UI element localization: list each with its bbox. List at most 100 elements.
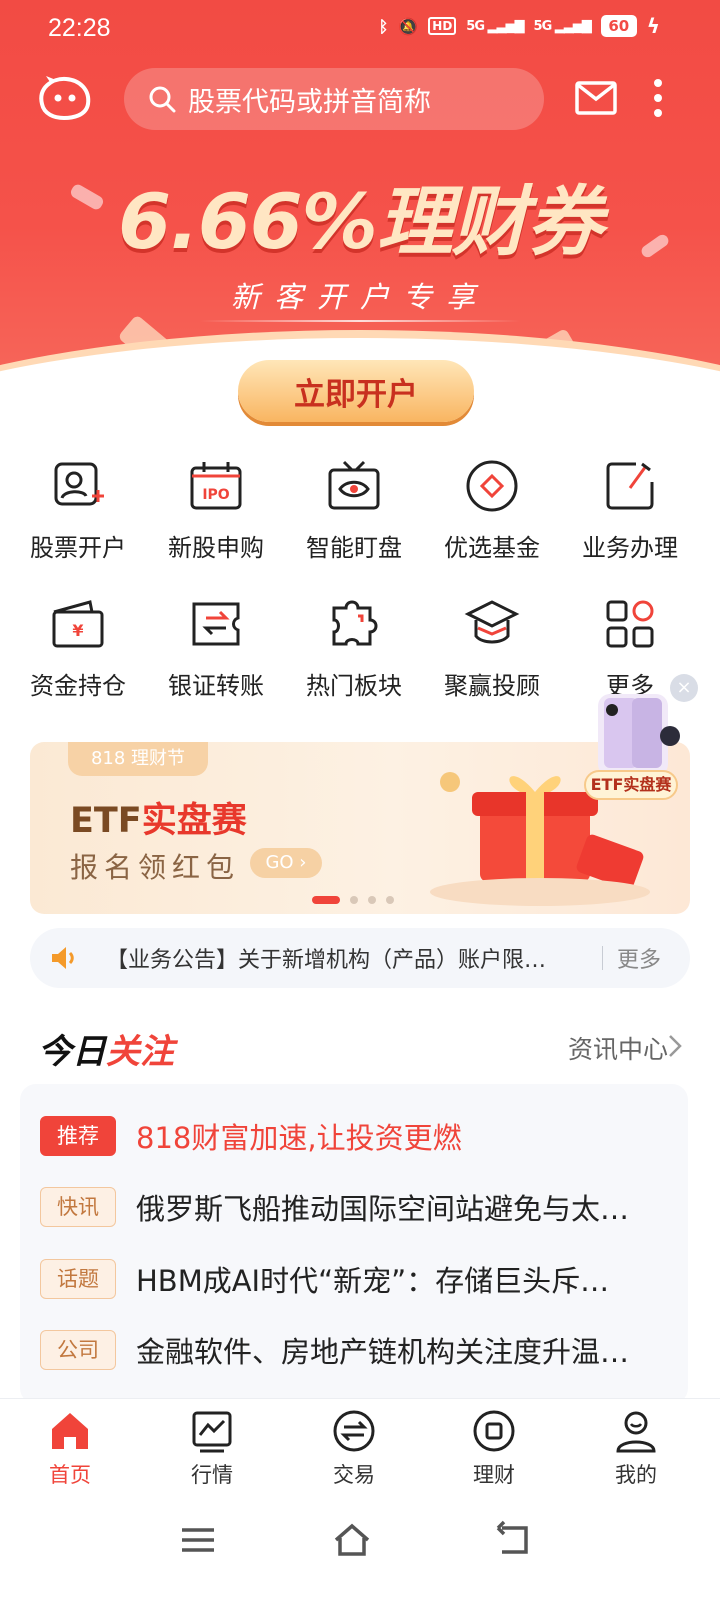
chevron-right-icon[interactable] (668, 1034, 682, 1058)
user-add-icon (54, 462, 104, 506)
signal-5g-2: 5G ▂▃▅▇ (533, 18, 592, 34)
today-title-prefix: 今日 (38, 1032, 106, 1072)
grid-item-smart-watch[interactable]: 智能盯盘 (282, 452, 426, 572)
chart-icon (192, 1411, 232, 1453)
grid-item-label: 智能盯盘 (306, 534, 402, 562)
tab-home[interactable]: 首页 (20, 1409, 120, 1489)
open-account-button[interactable]: 立即开户 (238, 360, 474, 422)
news-title[interactable]: 金融软件、房地产链机构关注度升温… (136, 1329, 656, 1371)
tab-label: 交易 (333, 1463, 375, 1487)
grid-item-label: 股票开户 (30, 534, 126, 562)
news-tag: 快讯 (40, 1187, 116, 1227)
exchange-icon (333, 1410, 375, 1452)
profile-icon (616, 1411, 656, 1453)
app-logo-icon[interactable] (36, 74, 92, 120)
wallet-icon: ¥ (52, 600, 104, 648)
grid-item-hot-sectors[interactable]: 热门板块 (282, 590, 426, 710)
news-title[interactable]: 俄罗斯飞船推动国际空间站避免与太… (136, 1186, 656, 1228)
banner-go-button[interactable]: GO › (250, 848, 322, 878)
grid-item-advisor[interactable]: 聚赢投顾 (420, 590, 564, 710)
tab-label: 我的 (615, 1463, 657, 1487)
grid-item-bank-transfer[interactable]: 银证转账 (144, 590, 288, 710)
notice-text[interactable]: 【业务公告】关于新增机构（产品）账户限… (106, 942, 592, 974)
notice-bar[interactable]: 【业务公告】关于新增机构（产品）账户限… 更多 (30, 928, 690, 988)
grid-item-label: 新股申购 (168, 534, 264, 562)
news-item[interactable]: 快讯 俄罗斯飞船推动国际空间站避免与太… (40, 1187, 680, 1227)
news-title[interactable]: HBM成AI时代“新宠”：存储巨头斥… (136, 1258, 656, 1300)
menu-icon[interactable] (178, 1520, 218, 1560)
mute-bell-icon: 🔕 (398, 16, 419, 36)
puzzle-icon (332, 600, 378, 646)
ipo-calendar-icon: IPO (190, 462, 242, 510)
carousel-dot[interactable] (312, 896, 340, 904)
hero-title: 6.66%理财券 (118, 177, 603, 266)
notice-more-link[interactable]: 更多 (617, 942, 661, 974)
more-vertical-icon[interactable] (648, 78, 668, 118)
status-time: 22:28 (48, 14, 111, 42)
bottom-tab-bar: 首页 行情 交易 理财 我的 (0, 1398, 720, 1492)
grid-item-holdings[interactable]: ¥ 资金持仓 (6, 590, 150, 710)
charging-icon: ϟ (646, 14, 660, 38)
tv-eye-icon (328, 460, 380, 510)
system-nav-bar (0, 1494, 720, 1600)
tab-label: 理财 (473, 1463, 515, 1487)
back-icon[interactable] (494, 1520, 534, 1560)
carousel-dot[interactable] (368, 896, 376, 904)
home-nav-icon[interactable] (332, 1520, 372, 1560)
banner-title-prefix: ETF (70, 801, 142, 841)
graduation-cap-icon (464, 600, 520, 644)
news-tag: 话题 (40, 1259, 116, 1299)
banner-tag: 818 理财节 (68, 742, 208, 776)
news-item[interactable]: 公司 金融软件、房地产链机构关注度升温… (40, 1330, 680, 1370)
tab-label: 首页 (49, 1463, 91, 1487)
close-icon[interactable]: × (670, 674, 698, 702)
search-icon (149, 86, 176, 113)
grid-item-label: 热门板块 (306, 672, 402, 700)
hero-banner[interactable]: 22:28 ᛒ 🔕 HD 5G ▂▃▅▇ 5G ▂▃▅▇ 60 ϟ 股票代码或拼… (0, 0, 720, 410)
battery-indicator: 60 (600, 15, 637, 37)
hero-divider (200, 320, 520, 322)
banner-title-highlight: 实盘赛 (141, 801, 247, 841)
tab-label: 行情 (191, 1463, 233, 1487)
grid-item-stock-account[interactable]: 股票开户 (6, 452, 150, 572)
news-item[interactable]: 推荐 818财富加速,让投资更燃 (40, 1116, 680, 1156)
home-icon (52, 1413, 88, 1449)
etf-float-label[interactable]: ETF实盘赛 (584, 770, 678, 800)
divider (602, 946, 603, 970)
grid-item-label: 资金持仓 (30, 672, 126, 700)
status-bar: 22:28 ᛒ 🔕 HD 5G ▂▃▅▇ 5G ▂▃▅▇ 60 ϟ (0, 0, 720, 56)
tab-finance[interactable]: 理财 (444, 1409, 544, 1489)
news-list: 推荐 818财富加速,让投资更燃 快讯 俄罗斯飞船推动国际空间站避免与太… 话题… (20, 1084, 688, 1404)
bluetooth-icon: ᛒ (378, 16, 389, 36)
news-title[interactable]: 818财富加速,让投资更燃 (136, 1115, 656, 1157)
tab-profile[interactable]: 我的 (586, 1409, 686, 1489)
search-input[interactable]: 股票代码或拼音简称 (124, 68, 544, 130)
grid-item-label: 聚赢投顾 (444, 672, 540, 700)
svg-text:¥: ¥ (72, 621, 83, 640)
finance-icon (473, 1410, 515, 1452)
grid-item-label: 银证转账 (168, 672, 264, 700)
signal-5g-1: 5G ▂▃▅▇ (466, 18, 524, 34)
edit-icon (606, 462, 654, 510)
banner-subtitle: 报名领红包 (70, 851, 241, 884)
carousel-dot[interactable] (350, 896, 358, 904)
grid-more-icon (606, 600, 654, 648)
mail-icon[interactable] (574, 76, 618, 120)
tab-market[interactable]: 行情 (162, 1409, 262, 1489)
status-icons: ᛒ 🔕 HD 5G ▂▃▅▇ 5G ▂▃▅▇ 60 ϟ (379, 14, 660, 38)
grid-item-fund[interactable]: 优选基金 (420, 452, 564, 572)
search-placeholder: 股票代码或拼音简称 (188, 86, 431, 118)
carousel-dot[interactable] (386, 896, 394, 904)
tab-trade[interactable]: 交易 (304, 1409, 404, 1489)
today-focus-title: 今日关注 (38, 1024, 174, 1073)
carousel-dots (312, 896, 394, 904)
grid-item-ipo[interactable]: IPO 新股申购 (144, 452, 288, 572)
news-tag: 推荐 (40, 1116, 116, 1156)
banner-title: ETF实盘赛 (70, 792, 247, 843)
speaker-icon (52, 947, 74, 969)
grid-item-business[interactable]: 业务办理 (558, 452, 702, 572)
news-item[interactable]: 话题 HBM成AI时代“新宠”：存储巨头斥… (40, 1259, 680, 1299)
grid-item-label: 业务办理 (582, 534, 678, 562)
svg-text:IPO: IPO (202, 487, 229, 503)
news-center-link[interactable]: 资讯中心 (568, 1030, 668, 1066)
